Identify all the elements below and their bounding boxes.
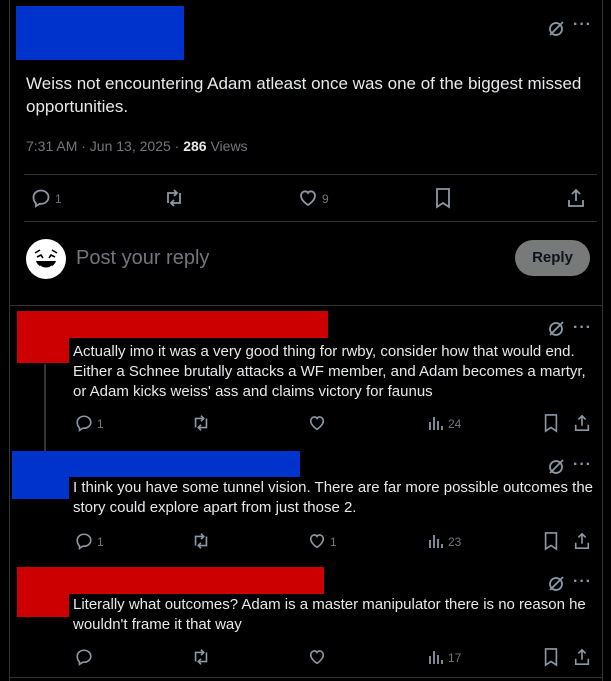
redacted-avatar-block <box>17 311 69 363</box>
redacted-avatar-block <box>12 451 69 499</box>
reply-count: 1 <box>55 192 62 206</box>
more-icon[interactable]: ··· <box>573 456 592 474</box>
redacted-avatar-block <box>17 567 69 617</box>
reply-input[interactable]: Post your reply <box>76 247 209 270</box>
thread-line <box>44 364 46 454</box>
like-count: 9 <box>322 192 329 206</box>
grok-icon[interactable] <box>547 20 565 38</box>
views-count: 17 <box>448 651 462 665</box>
repost-icon[interactable] <box>191 531 211 551</box>
views-label: Views <box>206 138 248 154</box>
reply-icon[interactable] <box>75 648 93 666</box>
bookmark-icon[interactable] <box>542 647 560 667</box>
reply-text: I think you have some tunnel vision. The… <box>73 479 593 516</box>
post-timestamp[interactable]: 7:31 AM · Jun 13, 2025 · <box>26 138 183 154</box>
grok-icon[interactable] <box>547 458 565 476</box>
reply-icon[interactable] <box>75 532 93 550</box>
redacted-author-block <box>16 6 184 60</box>
divider <box>9 305 603 306</box>
views-icon[interactable] <box>427 414 445 432</box>
post-text: Weiss not encountering Adam atleast once… <box>26 74 582 116</box>
divider <box>24 174 597 175</box>
reply-icon[interactable] <box>31 188 51 208</box>
heart-icon[interactable] <box>298 188 318 208</box>
heart-icon[interactable] <box>308 648 326 666</box>
divider <box>24 221 597 222</box>
heart-icon[interactable] <box>308 532 326 550</box>
heart-icon[interactable] <box>308 414 326 432</box>
share-icon[interactable] <box>573 647 591 667</box>
bookmark-icon[interactable] <box>433 187 453 209</box>
repost-icon[interactable] <box>163 187 185 209</box>
more-icon[interactable]: ··· <box>573 573 592 591</box>
bookmark-icon[interactable] <box>542 531 560 551</box>
reply-icon[interactable] <box>75 414 93 432</box>
more-icon[interactable]: ··· <box>573 16 592 34</box>
grok-icon[interactable] <box>547 320 565 338</box>
views-icon[interactable] <box>427 532 445 550</box>
views-count: 286 <box>183 138 207 154</box>
bookmark-icon[interactable] <box>542 413 560 433</box>
avatar[interactable] <box>26 239 66 279</box>
views-count: 24 <box>448 417 462 431</box>
repost-icon[interactable] <box>191 413 211 433</box>
views-count: 23 <box>448 535 462 549</box>
repost-icon[interactable] <box>191 647 211 667</box>
reply-count: 1 <box>97 535 104 549</box>
right-border <box>602 0 603 681</box>
share-icon[interactable] <box>573 413 591 433</box>
divider <box>9 677 603 678</box>
share-icon[interactable] <box>566 187 586 209</box>
grok-icon[interactable] <box>547 575 565 593</box>
share-icon[interactable] <box>573 531 591 551</box>
more-icon[interactable]: ··· <box>573 319 592 337</box>
post-meta: 7:31 AM · Jun 13, 2025 · 286 Views <box>26 138 248 154</box>
left-border <box>9 0 10 681</box>
like-count: 1 <box>330 535 337 549</box>
views-icon[interactable] <box>427 648 445 666</box>
reply-count: 1 <box>97 417 104 431</box>
reply-text: Actually imo it was a very good thing fo… <box>73 343 586 400</box>
post-thread-view: ··· Weiss not encountering Adam atleast … <box>0 0 611 681</box>
reply-text: Literally what outcomes? Adam is a maste… <box>73 596 586 633</box>
reply-button[interactable]: Reply <box>515 240 590 276</box>
